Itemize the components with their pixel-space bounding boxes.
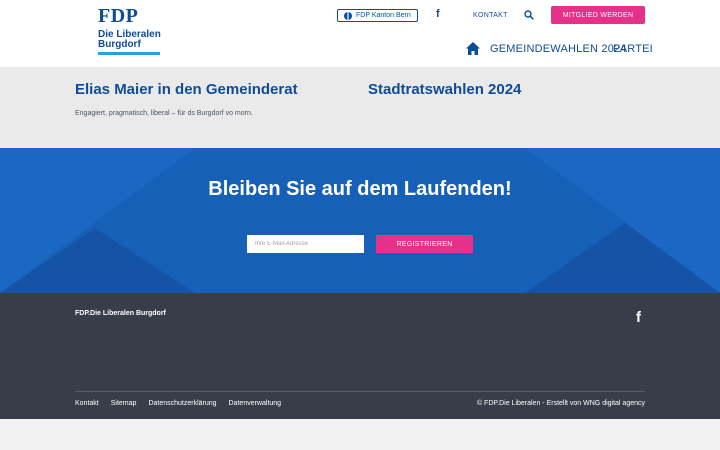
post-subtitle: Engagiert, pragmatisch, liberal – für ds… <box>75 110 253 117</box>
footer-links: Kontakt Sitemap Datenschutzerklärung Dat… <box>75 400 281 407</box>
footer-link-datenschutz[interactable]: Datenschutzerklärung <box>148 400 216 407</box>
logo-brand: FDP <box>98 5 139 27</box>
post-title[interactable]: Stadtratswahlen 2024 <box>368 81 521 98</box>
logo-line2: Burgdorf <box>98 39 141 50</box>
logo-underline <box>98 52 160 55</box>
nav-gemeindewahlen[interactable]: GEMEINDEWAHLEN 2024 <box>490 43 627 55</box>
kanton-bern-label: FDP Kanton Bern <box>356 12 411 19</box>
kontakt-link[interactable]: KONTAKT <box>473 12 508 19</box>
bottom-strip <box>0 419 720 450</box>
footer-link-sitemap[interactable]: Sitemap <box>111 400 137 407</box>
newsletter-section: Bleiben Sie auf dem Laufenden! REGISTRIE… <box>0 148 720 293</box>
fdp-logo[interactable]: FDP Die Liberalen Burgdorf <box>98 6 162 55</box>
register-button[interactable]: REGISTRIEREN <box>376 235 473 253</box>
email-input[interactable] <box>247 235 364 253</box>
newsletter-background <box>0 148 720 293</box>
post-title[interactable]: Elias Maier in den Gemeinderat <box>75 81 298 98</box>
mitglied-werden-button[interactable]: MITGLIED WERDEN <box>551 6 645 24</box>
facebook-icon[interactable]: f <box>636 309 641 326</box>
footer-copyright: © FDP.Die Liberalen - Erstellt von WNG d… <box>476 400 645 407</box>
footer-link-datenverwaltung[interactable]: Datenverwaltung <box>229 400 282 407</box>
footer-divider <box>75 391 645 392</box>
posts-section: Elias Maier in den Gemeinderat Engagiert… <box>0 67 720 148</box>
site-footer: FDP.Die Liberalen Burgdorf f Kontakt Sit… <box>0 293 720 419</box>
nav-partei[interactable]: PARTEI <box>613 43 653 55</box>
kanton-bern-link[interactable]: FDP Kanton Bern <box>337 9 418 22</box>
footer-link-kontakt[interactable]: Kontakt <box>75 400 99 407</box>
site-header: FDP Die Liberalen Burgdorf FDP Kanton Be… <box>0 0 720 67</box>
search-icon[interactable] <box>524 10 534 20</box>
globe-icon <box>344 11 352 20</box>
newsletter-title: Bleiben Sie auf dem Laufenden! <box>208 178 512 200</box>
footer-org-name: FDP.Die Liberalen Burgdorf <box>75 310 166 317</box>
home-icon[interactable] <box>466 42 480 55</box>
facebook-icon[interactable]: f <box>436 8 440 20</box>
